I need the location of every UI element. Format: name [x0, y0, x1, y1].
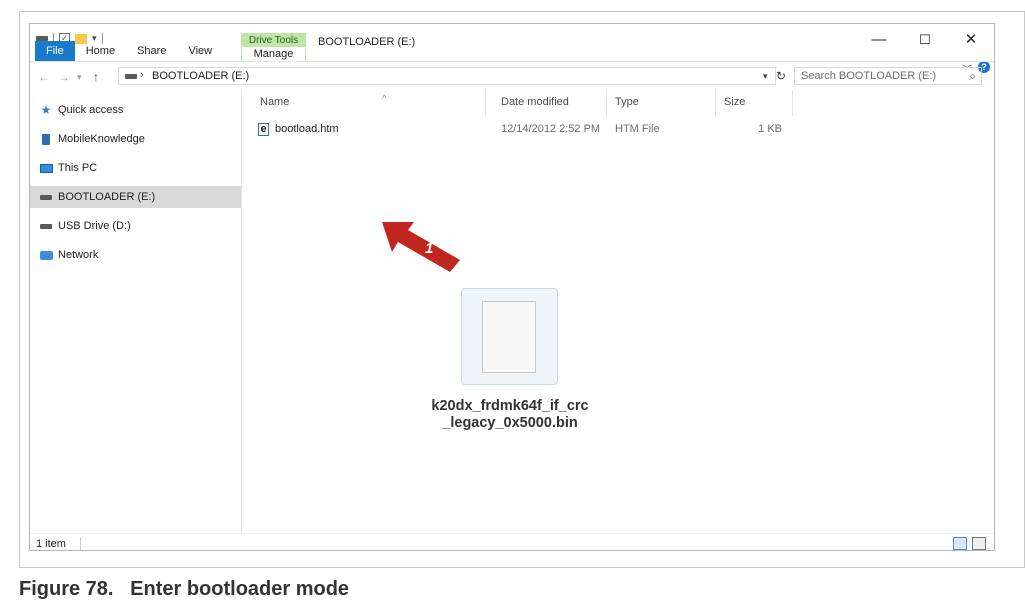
sidebar-item-quick-access[interactable]: ★ Quick access	[30, 99, 241, 121]
step-number: 1	[425, 240, 434, 257]
explorer-window: ✓ ▾ File Home Share View Drive Tools Man…	[29, 23, 995, 551]
details-view-icon[interactable]	[953, 537, 967, 550]
sidebar-item-label: Network	[58, 249, 99, 261]
network-icon	[39, 250, 53, 260]
blank-file-icon	[482, 301, 536, 373]
column-header-date[interactable]: Date modified	[501, 96, 569, 108]
search-input[interactable]: Search BOOTLOADER (E:) ⌕	[794, 67, 982, 85]
tab-manage[interactable]: Manage	[241, 47, 306, 61]
file-type: HTM File	[615, 123, 660, 135]
drive-icon	[125, 74, 137, 79]
sort-ascending-icon: ^	[382, 94, 387, 105]
html-file-icon: e	[258, 123, 269, 136]
tab-file[interactable]: File	[35, 41, 75, 61]
forward-icon[interactable]: →	[58, 70, 70, 84]
annotation-arrow	[382, 222, 460, 272]
navigation-pane: ★ Quick access MobileKnowledge This PC B…	[30, 90, 242, 533]
address-path[interactable]: BOOTLOADER (E:)	[152, 70, 249, 82]
sidebar-item-bootloader[interactable]: BOOTLOADER (E:)	[30, 186, 241, 208]
address-bar[interactable]: › BOOTLOADER (E:)	[118, 67, 776, 85]
sidebar-item-label: BOOTLOADER (E:)	[58, 191, 156, 203]
maximize-button[interactable]: ☐	[902, 30, 948, 50]
chevron-right-icon[interactable]: ›	[140, 69, 144, 81]
red-arrow-icon	[382, 222, 460, 272]
dragged-file-name-line1: k20dx_frdmk64f_if_crc	[431, 398, 589, 414]
sidebar-item-mobileknowledge[interactable]: MobileKnowledge	[30, 128, 241, 150]
column-header-size[interactable]: Size	[724, 96, 745, 108]
dragged-file-name-line2: _legacy_0x5000.bin	[442, 415, 578, 431]
column-header-label: Name	[260, 96, 290, 108]
column-header-name[interactable]: Name ^	[260, 94, 387, 108]
sidebar-item-this-pc[interactable]: This PC	[30, 157, 241, 179]
phone-icon	[39, 133, 53, 145]
table-row[interactable]: e bootload.htm 12/14/2012 2:52 PM HTM Fi…	[258, 121, 782, 141]
sidebar-item-label: MobileKnowledge	[58, 133, 145, 145]
tab-home[interactable]: Home	[75, 41, 126, 61]
drive-tools-group: Drive Tools Manage	[241, 33, 306, 61]
sidebar-item-label: This PC	[58, 162, 98, 174]
sidebar-item-label: USB Drive (D:)	[58, 220, 131, 232]
drive-tools-label: Drive Tools	[241, 33, 306, 47]
dragged-file-name: k20dx_frdmk64f_if_crc _legacy_0x5000.bin	[400, 398, 620, 432]
search-placeholder: Search BOOTLOADER (E:)	[801, 70, 937, 82]
ribbon-tabs: File Home Share View	[30, 38, 223, 61]
large-icons-view-icon[interactable]	[972, 537, 986, 550]
tab-view[interactable]: View	[177, 41, 223, 61]
sidebar-item-label: Quick access	[58, 104, 124, 116]
navigation-row: ← → ▾ ↑ › BOOTLOADER (E:) ▾ ↻ Search BOO…	[30, 61, 994, 91]
title-bar: ✓ ▾ File Home Share View Drive Tools Man…	[30, 24, 994, 61]
refresh-icon[interactable]: ↻	[776, 69, 786, 83]
window-controls: — ☐ ✕	[856, 30, 994, 50]
back-icon[interactable]: ←	[38, 70, 50, 84]
sidebar-item-network[interactable]: Network	[30, 244, 241, 266]
drive-icon	[39, 194, 53, 200]
figure-caption: Figure 78. Enter bootloader mode	[19, 578, 350, 600]
file-list[interactable]: Name ^ Date modified Type Size e bootloa…	[242, 90, 994, 533]
file-date: 12/14/2012 2:52 PM	[501, 123, 601, 135]
sidebar-item-usb-drive[interactable]: USB Drive (D:)	[30, 215, 241, 237]
star-icon: ★	[40, 103, 52, 117]
drive-icon	[39, 223, 53, 229]
dragged-file-icon	[461, 288, 558, 385]
status-bar: 1 item	[30, 533, 994, 550]
column-header-type[interactable]: Type	[615, 96, 639, 108]
window-title: BOOTLOADER (E:)	[318, 36, 416, 48]
file-size: 1 KB	[758, 123, 782, 135]
address-dropdown-icon[interactable]: ▾	[763, 71, 768, 82]
search-icon[interactable]: ⌕	[969, 69, 976, 84]
file-name: bootload.htm	[275, 123, 339, 135]
recent-locations-icon[interactable]: ▾	[77, 72, 82, 83]
tab-share[interactable]: Share	[126, 41, 177, 61]
item-count: 1 item	[36, 538, 66, 550]
up-icon[interactable]: ↑	[93, 70, 99, 84]
minimize-button[interactable]: —	[856, 30, 902, 50]
close-button[interactable]: ✕	[948, 30, 994, 50]
monitor-icon	[39, 163, 53, 173]
